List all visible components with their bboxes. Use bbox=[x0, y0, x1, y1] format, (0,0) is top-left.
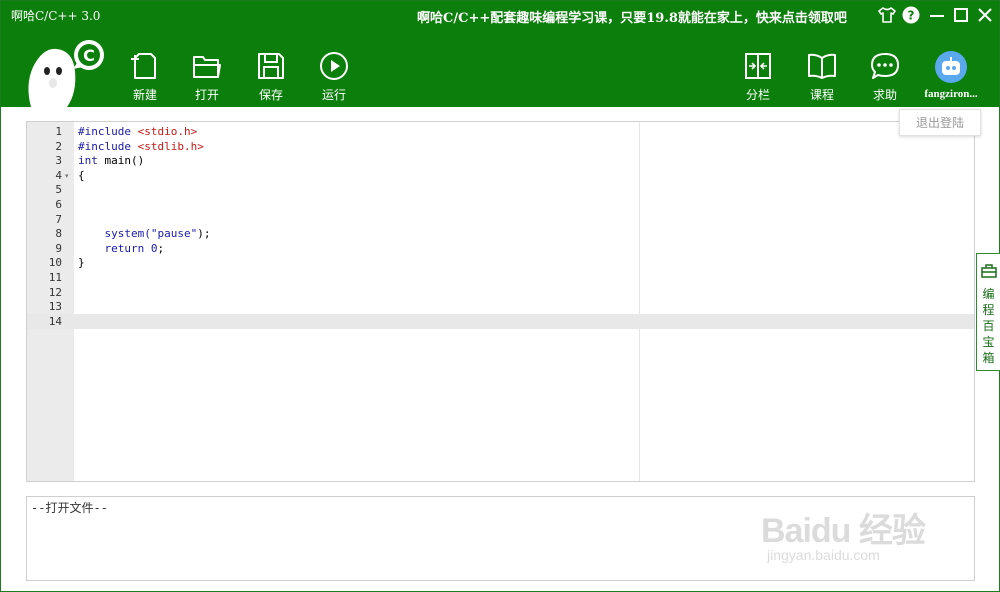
line-number: 2 bbox=[55, 139, 62, 153]
save-icon bbox=[258, 53, 284, 79]
split-view-icon bbox=[745, 53, 771, 79]
logo-badge: C bbox=[83, 46, 95, 65]
code-token: <stdlib.h> bbox=[137, 139, 204, 153]
code-token: ; bbox=[157, 241, 165, 255]
line-number: 3 bbox=[55, 154, 62, 168]
code-line: #include <stdio.h> bbox=[78, 125, 197, 140]
line-number: 14 bbox=[48, 314, 62, 328]
logout-menu-item[interactable]: 退出登陆 bbox=[899, 109, 981, 136]
output-text: --打开文件-- bbox=[31, 501, 108, 515]
print-margin bbox=[639, 122, 640, 481]
help-request-label: 求助 bbox=[872, 88, 897, 102]
code-line: { bbox=[78, 169, 85, 184]
user-profile-button[interactable]: fangziron... bbox=[921, 51, 981, 105]
line-number: 7 bbox=[55, 212, 62, 226]
code-token: main() bbox=[97, 154, 145, 168]
code-token: <stdio.h> bbox=[137, 125, 198, 138]
theme-shirt-icon[interactable] bbox=[877, 5, 897, 25]
course-label: 课程 bbox=[809, 88, 834, 102]
close-icon[interactable] bbox=[975, 5, 995, 25]
line-number: 12 bbox=[48, 285, 62, 299]
new-file-label: 新建 bbox=[132, 88, 157, 102]
toolbox-label: 编程百宝箱 bbox=[982, 287, 995, 365]
svg-text:?: ? bbox=[908, 9, 915, 23]
code-token: return bbox=[78, 241, 151, 255]
line-number: 8 bbox=[55, 227, 62, 241]
chat-bubble-icon bbox=[871, 53, 899, 79]
minimize-icon[interactable] bbox=[927, 5, 947, 25]
code-editor[interactable]: 1 #include <stdio.h> 2 #include <stdlib.h> 3… bbox=[26, 121, 975, 482]
code-token: #include bbox=[78, 139, 138, 153]
code-token: ); bbox=[197, 227, 211, 241]
code-token: int bbox=[78, 154, 98, 168]
line-number: 4 bbox=[55, 168, 62, 182]
play-icon bbox=[320, 52, 348, 80]
run-button[interactable]: 运行 bbox=[312, 51, 356, 105]
save-label: 保存 bbox=[258, 88, 283, 102]
code-token: #include bbox=[78, 125, 138, 138]
line-number: 11 bbox=[48, 271, 62, 284]
run-label: 运行 bbox=[321, 88, 346, 102]
line-number: 5 bbox=[55, 183, 62, 197]
help-request-button[interactable]: 求助 bbox=[863, 51, 907, 105]
split-view-label: 分栏 bbox=[745, 88, 770, 102]
line-number: 13 bbox=[48, 300, 62, 314]
line-number: 9 bbox=[55, 241, 62, 255]
save-button[interactable]: 保存 bbox=[249, 51, 293, 105]
code-token: } bbox=[78, 256, 85, 270]
robot-avatar-icon bbox=[942, 57, 960, 75]
code-line: #include <stdlib.h> bbox=[78, 140, 204, 155]
code-line: int main() bbox=[78, 154, 144, 169]
code-token: "pause" bbox=[150, 227, 198, 241]
line-number: 1 bbox=[55, 125, 62, 138]
folder-open-icon bbox=[193, 56, 221, 78]
new-file-icon bbox=[131, 53, 156, 79]
open-file-button[interactable]: 打开 bbox=[185, 51, 229, 105]
toolbox-icon bbox=[980, 264, 997, 278]
app-window: 啊哈C/C++ 3.0 啊哈C/C++配套趣味编程学习课，只要19.8就能在家上… bbox=[0, 0, 1000, 592]
code-token: { bbox=[78, 168, 85, 182]
new-file-button[interactable]: 新建 bbox=[123, 51, 167, 105]
code-token: system( bbox=[78, 227, 151, 241]
line-number: 6 bbox=[55, 198, 62, 211]
header-bar: 啊哈C/C++ 3.0 啊哈C/C++配套趣味编程学习课，只要19.8就能在家上… bbox=[1, 1, 999, 107]
output-panel[interactable]: --打开文件-- bbox=[26, 496, 975, 581]
fold-arrow-icon[interactable]: ▾ bbox=[65, 172, 69, 180]
line-number: 10 bbox=[48, 256, 62, 270]
app-logo: C bbox=[21, 37, 111, 107]
promo-banner-link[interactable]: 啊哈C/C++配套趣味编程学习课，只要19.8就能在家上，快来点击领取吧 bbox=[417, 7, 847, 26]
code-line: system("pause"); bbox=[78, 227, 210, 242]
username-label: fangziron... bbox=[924, 88, 978, 100]
maximize-icon[interactable] bbox=[951, 5, 971, 25]
open-file-label: 打开 bbox=[194, 88, 219, 102]
code-line: return 0; bbox=[78, 242, 164, 257]
help-icon[interactable]: ? bbox=[901, 5, 921, 25]
avatar bbox=[935, 51, 967, 83]
active-line-highlight bbox=[27, 314, 974, 330]
book-icon bbox=[808, 53, 836, 79]
app-title: 啊哈C/C++ 3.0 bbox=[11, 9, 101, 23]
toolbox-side-tab[interactable]: 编程百宝箱 bbox=[976, 253, 1000, 371]
course-button[interactable]: 课程 bbox=[800, 51, 844, 105]
code-line: } bbox=[78, 256, 85, 271]
split-view-button[interactable]: 分栏 bbox=[736, 51, 780, 105]
